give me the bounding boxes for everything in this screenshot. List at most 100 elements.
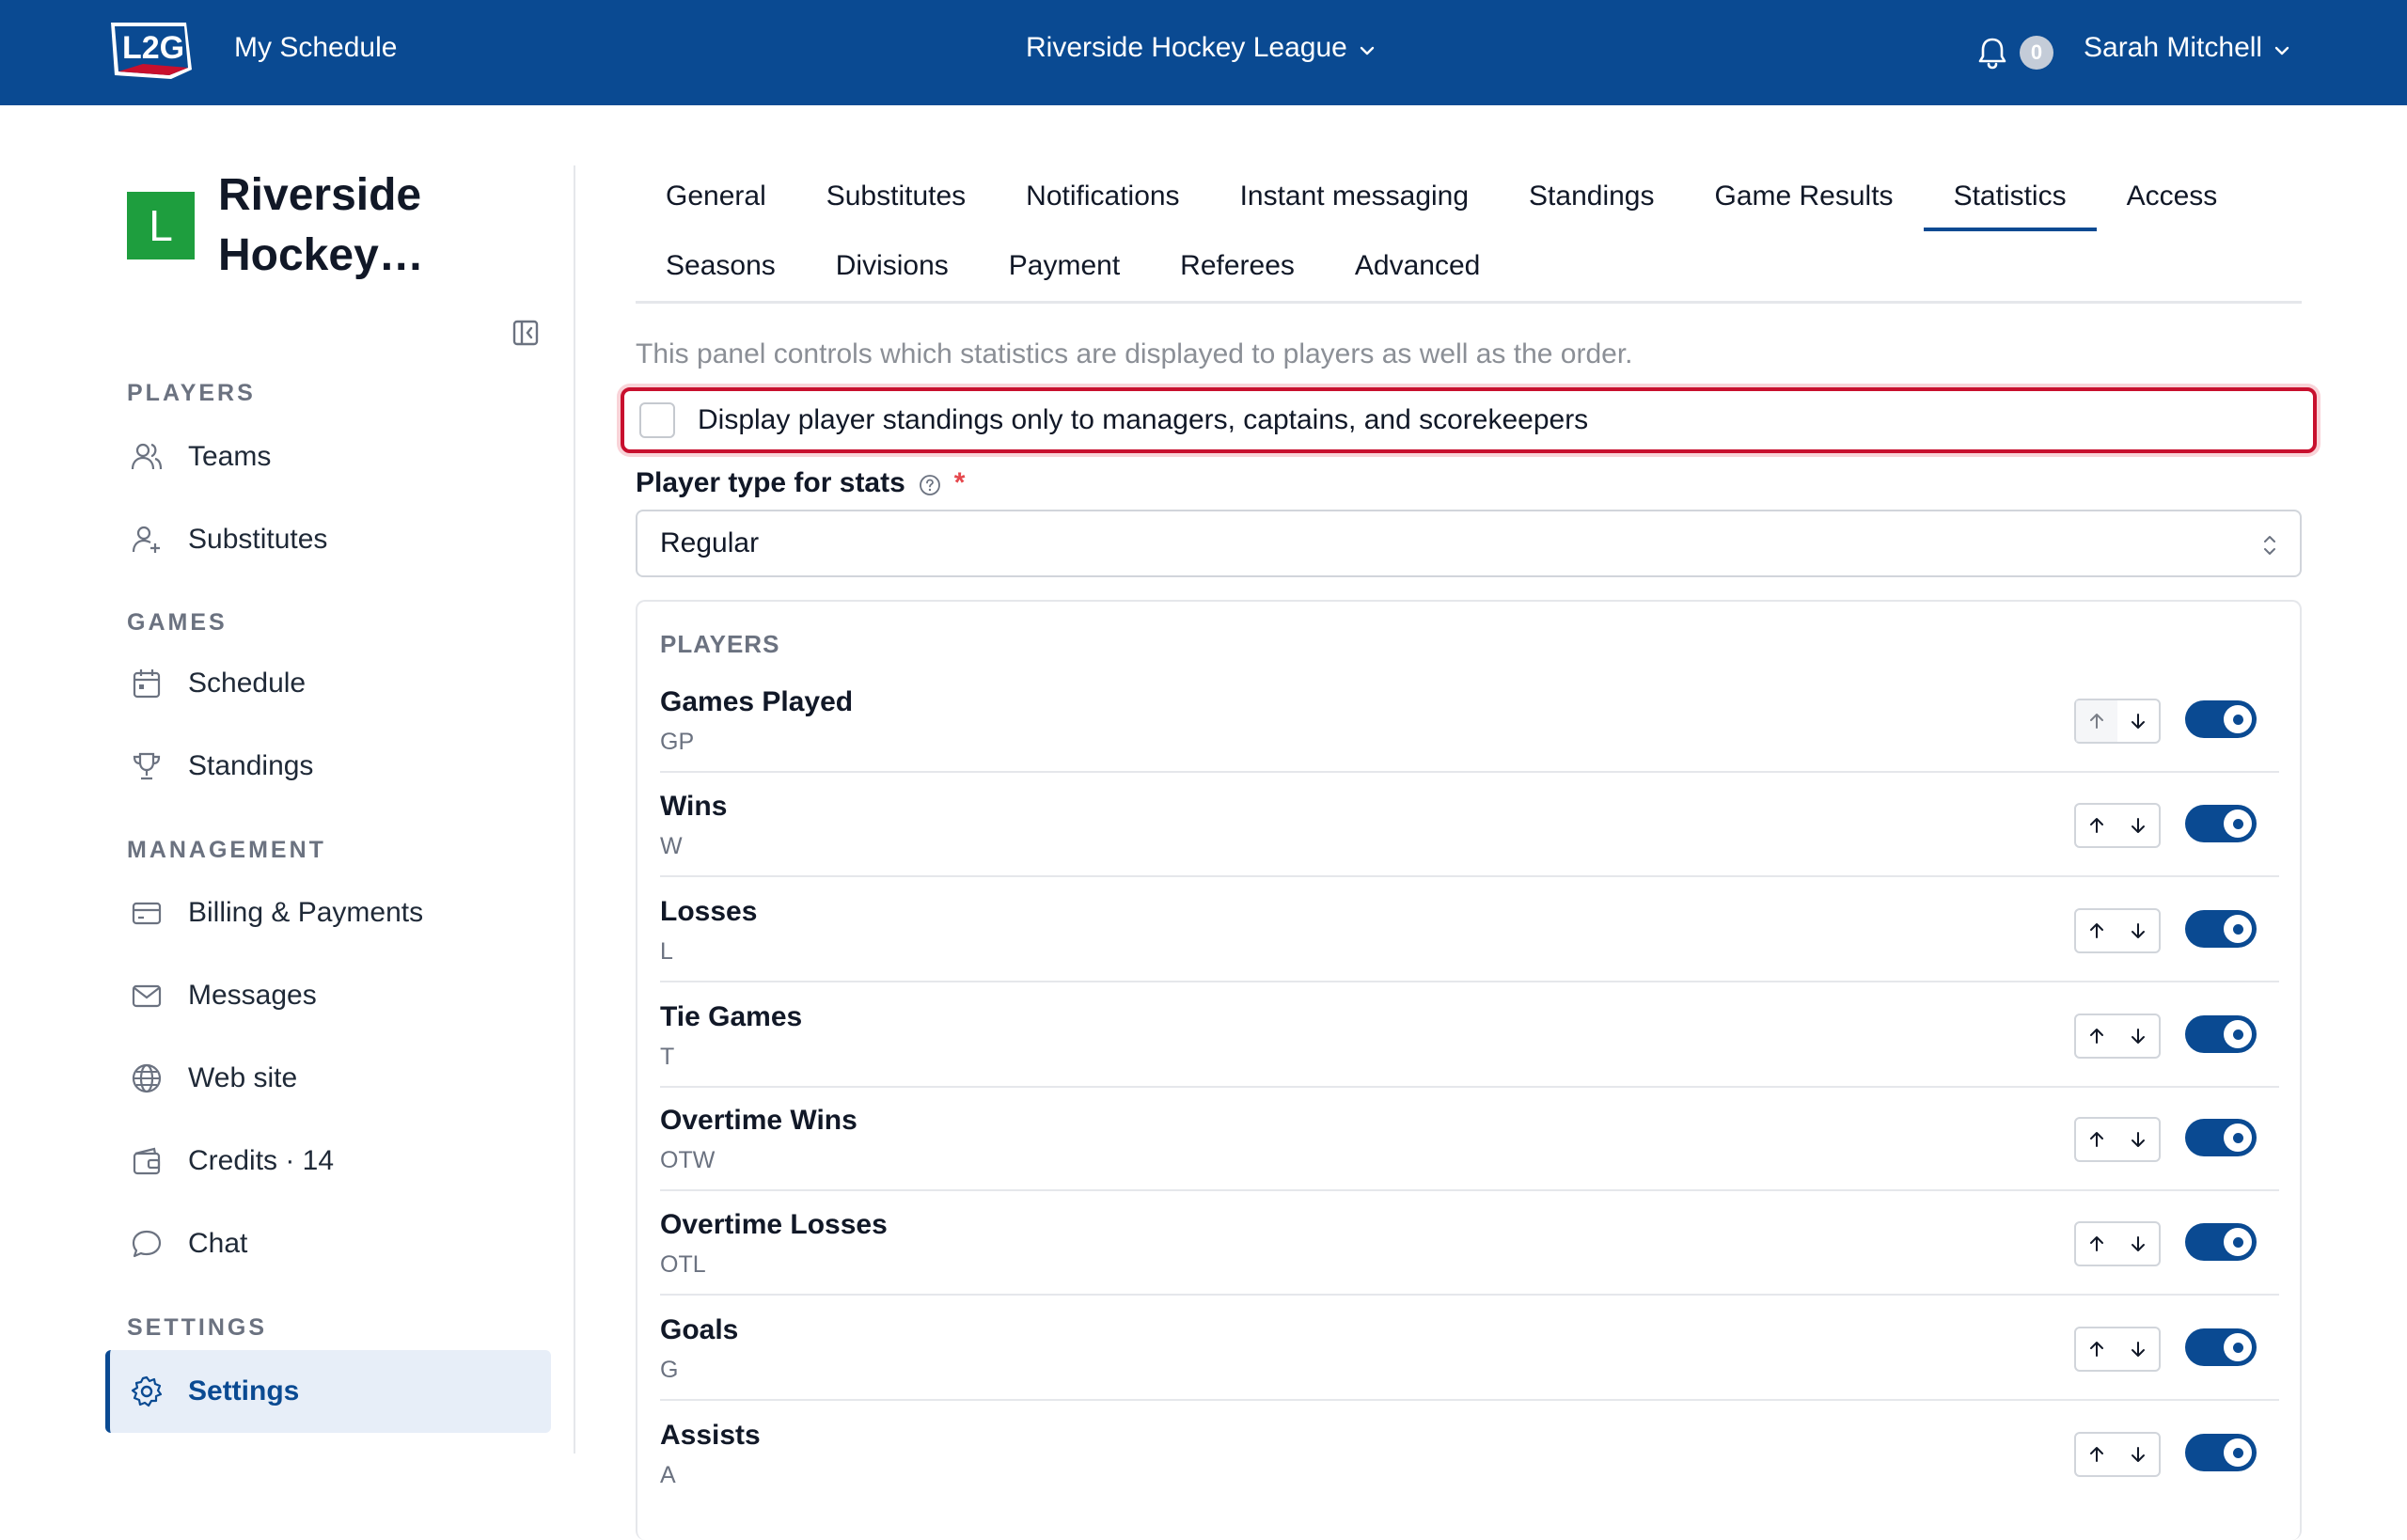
move-up-arrow-icon[interactable] — [2076, 805, 2117, 846]
reorder-controls — [2074, 1432, 2161, 1477]
tab-standings[interactable]: Standings — [1499, 162, 1684, 231]
sidebar-item-schedule[interactable]: Schedule — [105, 643, 551, 724]
move-up-arrow-icon[interactable] — [2076, 1328, 2117, 1370]
toggle-knob — [2224, 1020, 2252, 1048]
required-indicator: * — [953, 467, 966, 498]
org-name-line1: Riverside — [218, 170, 422, 220]
stat-name: Games Played — [660, 686, 854, 717]
player-type-value: Regular — [660, 527, 760, 558]
tab-referees[interactable]: Referees — [1150, 231, 1325, 301]
tab-payment[interactable]: Payment — [979, 231, 1150, 301]
tab-notifications[interactable]: Notifications — [996, 162, 1209, 231]
stat-name: Wins — [660, 791, 728, 822]
stat-name: Assists — [660, 1420, 761, 1451]
player-type-select[interactable]: Regular — [636, 510, 2302, 577]
stat-visibility-toggle[interactable] — [2185, 805, 2257, 842]
user-menu[interactable]: Sarah Mitchell — [2084, 32, 2290, 64]
player-type-label-text: Player type for stats — [636, 467, 905, 498]
stat-abbreviation: G — [660, 1357, 679, 1383]
logo-text: L2G — [122, 30, 184, 66]
tab-seasons[interactable]: Seasons — [636, 231, 806, 301]
player-standings-visibility-checkbox[interactable] — [639, 402, 675, 438]
stat-row: Overtime Losses OTL — [660, 1190, 2279, 1296]
move-down-arrow-icon[interactable] — [2117, 1015, 2159, 1057]
toggle-knob — [2224, 809, 2252, 838]
stat-visibility-toggle[interactable] — [2185, 700, 2257, 738]
help-circle-icon[interactable] — [919, 472, 941, 495]
settings-tabs-row-2: Seasons Divisions Payment Referees Advan… — [636, 231, 1510, 301]
stat-name: Losses — [660, 896, 758, 927]
stat-row: Tie Games T — [660, 982, 2279, 1088]
tabs-divider — [636, 301, 2302, 304]
move-down-arrow-icon[interactable] — [2117, 1434, 2159, 1475]
move-up-arrow-icon[interactable] — [2076, 910, 2117, 951]
stat-abbreviation: GP — [660, 729, 695, 755]
move-up-arrow-icon[interactable] — [2076, 1434, 2117, 1475]
reorder-controls — [2074, 803, 2161, 848]
stat-visibility-toggle[interactable] — [2185, 910, 2257, 948]
move-down-arrow-icon[interactable] — [2117, 1328, 2159, 1370]
move-up-arrow-icon[interactable] — [2076, 1015, 2117, 1057]
reorder-controls — [2074, 1221, 2161, 1266]
sidebar-item-standings[interactable]: Standings — [105, 726, 551, 807]
bell-icon[interactable] — [1976, 36, 2008, 70]
sidebar-item-substitutes[interactable]: Substitutes — [105, 499, 551, 580]
tab-statistics[interactable]: Statistics — [1923, 162, 2097, 231]
sidebar-item-website[interactable]: Web site — [105, 1038, 551, 1119]
notification-count-badge: 0 — [2020, 36, 2053, 70]
toggle-knob — [2224, 1333, 2252, 1361]
sidebar-item-billing[interactable]: Billing & Payments — [105, 872, 551, 953]
sidebar-item-label: Web site — [188, 1062, 298, 1093]
sidebar-item-teams[interactable]: Teams — [105, 416, 551, 497]
sidebar-item-credits[interactable]: Credits · 14 — [105, 1121, 551, 1202]
stat-row: Overtime Wins OTW — [660, 1086, 2279, 1191]
stat-abbreviation: T — [660, 1044, 675, 1070]
tab-general[interactable]: General — [636, 162, 796, 231]
move-down-arrow-icon[interactable] — [2117, 1119, 2159, 1160]
league-switcher[interactable]: Riverside Hockey League — [1026, 32, 1376, 64]
sidebar-item-chat[interactable]: Chat — [105, 1203, 551, 1284]
tab-substitutes[interactable]: Substitutes — [796, 162, 996, 231]
stat-abbreviation: A — [660, 1462, 676, 1488]
stat-visibility-toggle[interactable] — [2185, 1223, 2257, 1261]
move-up-arrow-icon[interactable] — [2076, 1119, 2117, 1160]
stat-visibility-toggle[interactable] — [2185, 1119, 2257, 1156]
toggle-knob — [2224, 1124, 2252, 1152]
stat-visibility-toggle[interactable] — [2185, 1015, 2257, 1053]
move-up-arrow-icon[interactable] — [2076, 1223, 2117, 1265]
reorder-controls — [2074, 1117, 2161, 1162]
user-name: Sarah Mitchell — [2084, 32, 2263, 63]
tab-access[interactable]: Access — [2097, 162, 2248, 231]
chevron-down-icon — [2273, 32, 2290, 64]
stat-row: Assists A — [660, 1401, 2279, 1506]
reorder-controls — [2074, 908, 2161, 953]
stat-name: Tie Games — [660, 1001, 803, 1032]
stats-card: PLAYERS Games Played GP Wins W Losses L Tie Ga… — [636, 600, 2302, 1540]
sidebar-item-messages[interactable]: Messages — [105, 955, 551, 1036]
tab-divisions[interactable]: Divisions — [806, 231, 979, 301]
stat-row: Goals G — [660, 1296, 2279, 1401]
sidebar-item-label: Standings — [188, 750, 314, 781]
stat-row: Losses L — [660, 877, 2279, 982]
user-plus-icon — [128, 521, 165, 558]
credit-card-icon — [128, 894, 165, 932]
sidebar-collapse-icon[interactable] — [511, 319, 540, 347]
my-schedule-link[interactable]: My Schedule — [234, 32, 397, 64]
player-type-label: Player type for stats * — [636, 467, 965, 499]
sidebar-item-settings[interactable]: Settings — [105, 1350, 551, 1433]
tab-game-results[interactable]: Game Results — [1684, 162, 1923, 231]
move-down-arrow-icon[interactable] — [2117, 805, 2159, 846]
org-avatar: L — [127, 192, 195, 259]
move-down-arrow-icon[interactable] — [2117, 700, 2159, 742]
stat-visibility-toggle[interactable] — [2185, 1328, 2257, 1366]
stat-visibility-toggle[interactable] — [2185, 1434, 2257, 1471]
tab-advanced[interactable]: Advanced — [1325, 231, 1510, 301]
tab-instant-messaging[interactable]: Instant messaging — [1210, 162, 1499, 231]
sidebar-item-label: Settings — [188, 1375, 300, 1406]
move-down-arrow-icon[interactable] — [2117, 1223, 2159, 1265]
player-standings-visibility-option[interactable]: Display player standings only to manager… — [621, 387, 2317, 453]
move-down-arrow-icon[interactable] — [2117, 910, 2159, 951]
sidebar-divider — [574, 165, 575, 1454]
gear-icon — [128, 1373, 165, 1410]
app-logo[interactable]: L2G — [105, 17, 197, 85]
